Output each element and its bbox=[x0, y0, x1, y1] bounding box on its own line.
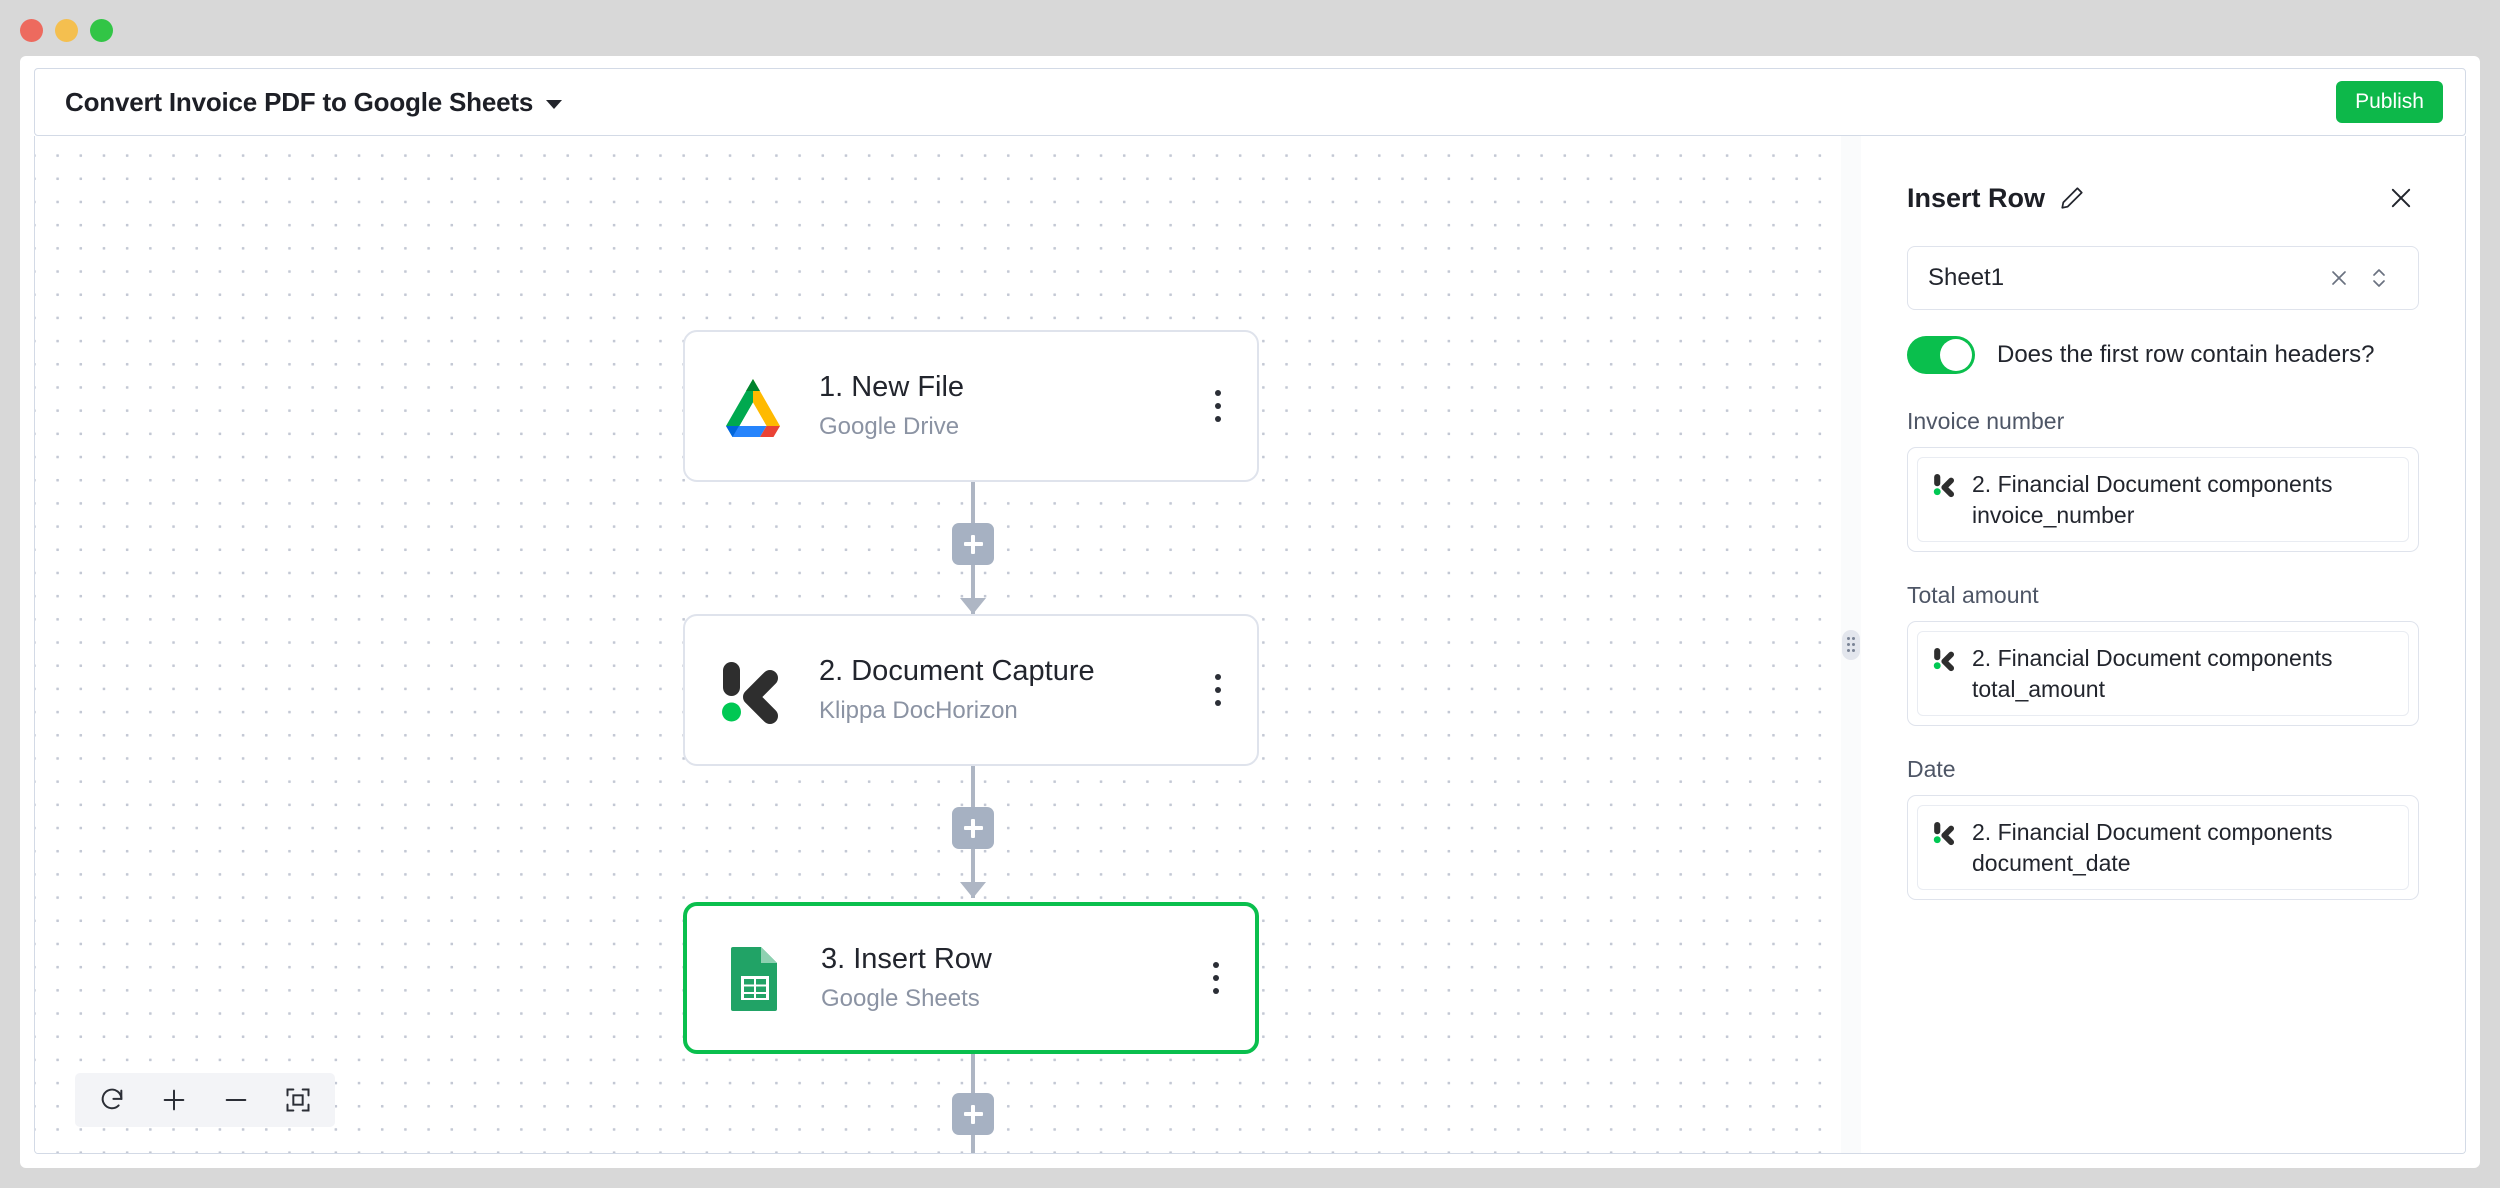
workflow-node-text: 3. Insert Row Google Sheets bbox=[821, 943, 1199, 1013]
headers-toggle-label: Does the first row contain headers? bbox=[1997, 341, 2375, 368]
sheet-select-value: Sheet1 bbox=[1928, 264, 2005, 291]
connector-arrow-icon bbox=[960, 882, 986, 898]
publish-button[interactable]: Publish bbox=[2336, 81, 2443, 123]
workflow-node-document-capture[interactable]: 2. Document Capture Klippa DocHorizon bbox=[683, 614, 1259, 766]
variable-token-text: 2. Financial Document components total_a… bbox=[1972, 643, 2333, 704]
workflow-node-text: 2. Document Capture Klippa DocHorizon bbox=[819, 655, 1201, 725]
add-step-button[interactable] bbox=[952, 1093, 994, 1135]
minus-icon[interactable] bbox=[205, 1073, 267, 1127]
workflow-node-insert-row[interactable]: 3. Insert Row Google Sheets bbox=[683, 902, 1259, 1054]
field-input-date[interactable]: 2. Financial Document components documen… bbox=[1907, 795, 2419, 901]
canvas-toolbar bbox=[75, 1073, 335, 1127]
node-options-menu-icon[interactable] bbox=[1199, 956, 1233, 1000]
token-line-2: document_date bbox=[1972, 849, 2131, 876]
refresh-icon[interactable] bbox=[81, 1073, 143, 1127]
field-input-total-amount[interactable]: 2. Financial Document components total_a… bbox=[1907, 621, 2419, 727]
close-icon[interactable] bbox=[2383, 180, 2419, 216]
pencil-icon[interactable] bbox=[2059, 185, 2085, 211]
window-minimize-button[interactable] bbox=[55, 19, 78, 42]
add-step-button[interactable] bbox=[952, 807, 994, 849]
field-label-date: Date bbox=[1907, 756, 1956, 783]
app-header: Convert Invoice PDF to Google Sheets Pub… bbox=[34, 68, 2466, 136]
node-title: 3. Insert Row bbox=[821, 942, 992, 975]
node-options-menu-icon[interactable] bbox=[1201, 668, 1235, 712]
headers-toggle-row: Does the first row contain headers? bbox=[1907, 336, 2419, 374]
sheet-select[interactable]: Sheet1 bbox=[1907, 246, 2419, 310]
field-label-total-amount: Total amount bbox=[1907, 582, 2039, 609]
panel-drag-handle[interactable] bbox=[1842, 629, 1860, 660]
panel-resize-divider[interactable] bbox=[1841, 136, 1861, 1153]
clear-x-icon[interactable] bbox=[2318, 266, 2360, 290]
page-title: Convert Invoice PDF to Google Sheets bbox=[65, 86, 534, 117]
node-title: 2. Document Capture bbox=[819, 654, 1095, 687]
chevron-up-down-icon[interactable] bbox=[2360, 264, 2398, 292]
workflow-title-dropdown[interactable]: Convert Invoice PDF to Google Sheets bbox=[65, 86, 563, 118]
panel-header: Insert Row bbox=[1861, 136, 2465, 216]
node-settings-panel: Insert Row Sheet She bbox=[1861, 136, 2465, 1153]
klippa-icon bbox=[1932, 646, 1958, 681]
field-label-invoice-number: Invoice number bbox=[1907, 408, 2065, 434]
workflow-node-new-file[interactable]: 1. New File Google Drive bbox=[683, 330, 1259, 482]
variable-token-text: 2. Financial Document components invoice… bbox=[1972, 469, 2333, 530]
window-close-button[interactable] bbox=[20, 19, 43, 42]
klippa-icon bbox=[717, 654, 789, 726]
plus-icon[interactable] bbox=[143, 1073, 205, 1127]
window-titlebar bbox=[0, 0, 2500, 52]
headers-toggle[interactable] bbox=[1907, 336, 1975, 374]
node-options-menu-icon[interactable] bbox=[1201, 384, 1235, 428]
browser-window: Convert Invoice PDF to Google Sheets Pub… bbox=[0, 0, 2500, 1188]
klippa-icon bbox=[1932, 472, 1958, 507]
workflow-canvas[interactable]: 1. New File Google Drive 2. Document Cap… bbox=[35, 136, 1841, 1153]
add-step-button[interactable] bbox=[952, 523, 994, 565]
klippa-icon bbox=[1932, 820, 1958, 855]
token-line-2: total_amount bbox=[1972, 675, 2105, 702]
field-input-invoice-number[interactable]: 2. Financial Document components invoice… bbox=[1907, 447, 2419, 553]
panel-scroll-area[interactable]: Sheet Sheet1 bbox=[1861, 234, 2465, 1153]
google-drive-icon bbox=[717, 370, 789, 442]
token-line-1: 2. Financial Document components bbox=[1972, 819, 2333, 846]
connector-arrow-icon bbox=[960, 598, 986, 614]
fit-screen-icon[interactable] bbox=[267, 1073, 329, 1127]
token-line-2: invoice_number bbox=[1972, 501, 2135, 528]
window-maximize-button[interactable] bbox=[90, 19, 113, 42]
node-subtitle: Google Drive bbox=[819, 413, 960, 441]
variable-token[interactable]: 2. Financial Document components total_a… bbox=[1917, 631, 2409, 717]
app-frame: Convert Invoice PDF to Google Sheets Pub… bbox=[20, 56, 2480, 1168]
variable-token-text: 2. Financial Document components documen… bbox=[1972, 817, 2333, 878]
chevron-down-icon[interactable] bbox=[546, 99, 563, 109]
node-title: 1. New File bbox=[819, 370, 965, 403]
workflow-node-text: 1. New File Google Drive bbox=[819, 371, 1201, 441]
variable-token[interactable]: 2. Financial Document components invoice… bbox=[1917, 457, 2409, 543]
variable-token[interactable]: 2. Financial Document components documen… bbox=[1917, 805, 2409, 891]
app-body: 1. New File Google Drive 2. Document Cap… bbox=[34, 136, 2466, 1154]
panel-title: Insert Row bbox=[1907, 182, 2046, 213]
node-subtitle: Klippa DocHorizon bbox=[819, 697, 1018, 725]
token-line-1: 2. Financial Document components bbox=[1972, 471, 2333, 497]
google-sheets-icon bbox=[719, 942, 791, 1014]
token-line-1: 2. Financial Document components bbox=[1972, 645, 2333, 672]
node-subtitle: Google Sheets bbox=[821, 985, 980, 1013]
